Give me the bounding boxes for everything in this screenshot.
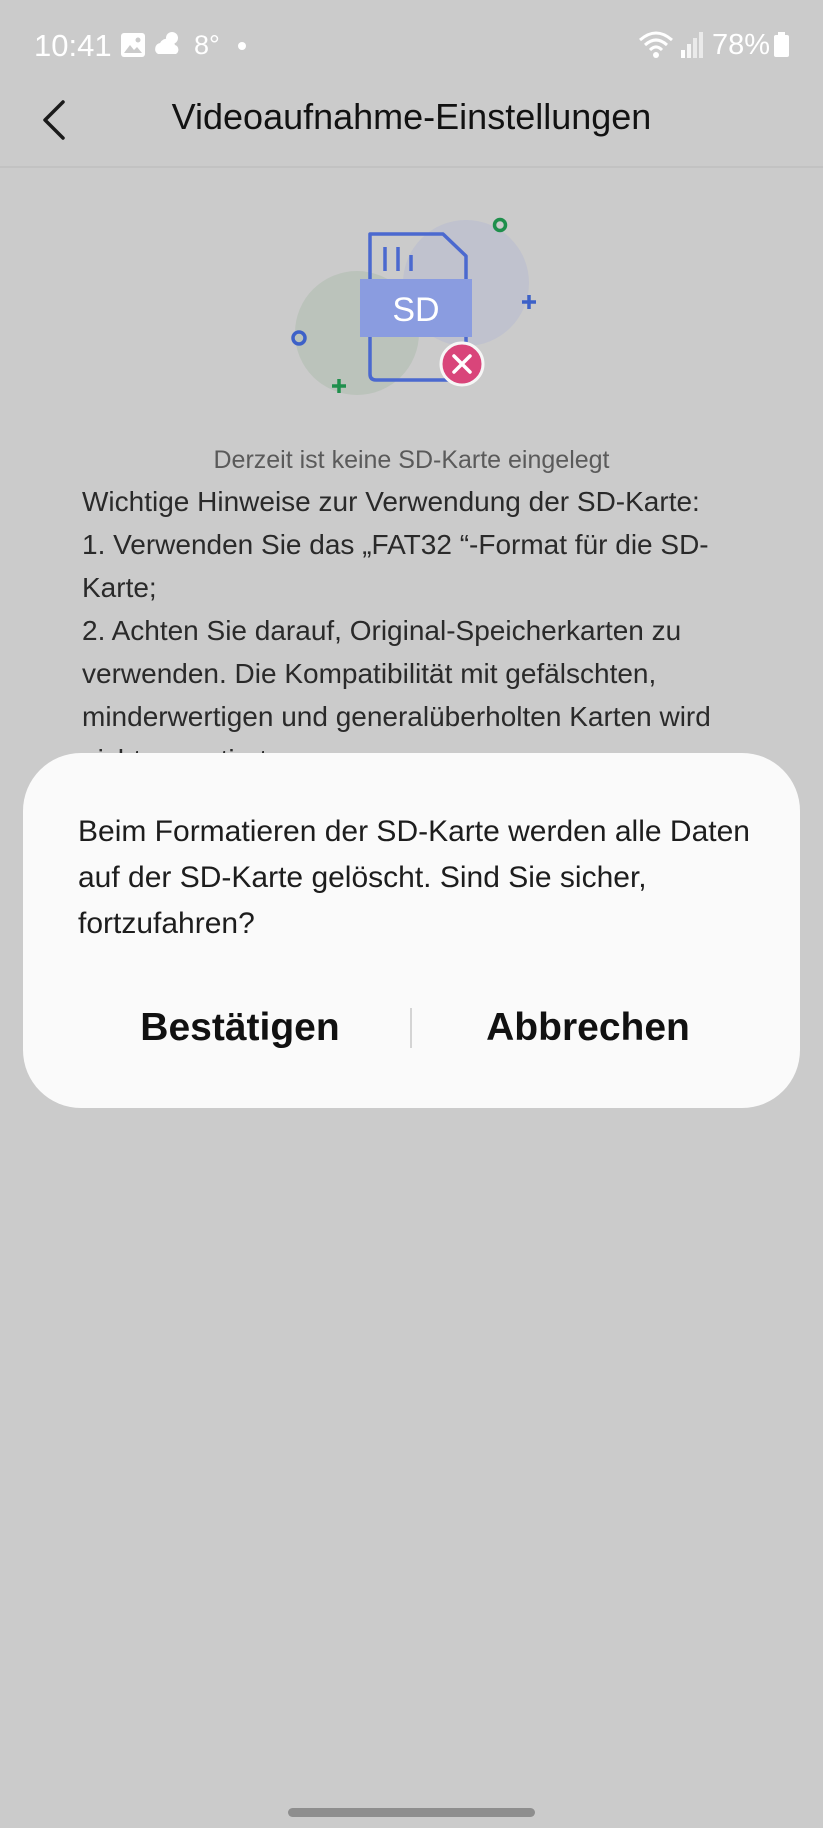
no-sd-card-message: Derzeit ist keine SD-Karte eingelegt <box>213 446 610 474</box>
notes-item: 1. Verwenden Sie das „FAT32 “-Format für… <box>82 529 709 603</box>
notes-heading: Wichtige Hinweise zur Verwendung der SD-… <box>82 486 700 517</box>
status-bar: 10:41 8° 78% <box>0 0 823 94</box>
notes-item: 2. Achten Sie darauf, Original-Speicherk… <box>82 615 711 754</box>
dialog-message: Beim Formatieren der SD-Karte werden all… <box>78 815 750 940</box>
confirm-button[interactable]: Bestätigen <box>75 993 405 1063</box>
notification-dot <box>238 42 246 50</box>
home-indicator[interactable] <box>288 1808 535 1817</box>
sd-label: SD <box>392 291 439 329</box>
gallery-icon <box>121 33 145 57</box>
battery-icon <box>774 32 789 57</box>
weather-cloud-icon <box>155 32 179 54</box>
button-divider <box>410 1008 412 1048</box>
page-title: Videoaufnahme-Einstellungen <box>171 96 652 137</box>
sd-card-error-illustration: SD <box>291 217 536 395</box>
cancel-button[interactable]: Abbrechen <box>423 993 753 1063</box>
wifi-icon <box>639 31 673 58</box>
status-time: 10:41 <box>34 28 112 63</box>
format-confirm-dialog: Beim Formatieren der SD-Karte werden all… <box>23 753 800 1108</box>
dialog-buttons: Bestätigen Abbrechen <box>23 993 800 1063</box>
header-divider <box>0 166 823 168</box>
status-temperature: 8° <box>194 30 220 60</box>
signal-icon <box>681 32 703 58</box>
battery-percentage: 78% <box>712 29 771 61</box>
sd-card-notes: Wichtige Hinweise zur Verwendung der SD-… <box>82 480 762 754</box>
app-header: Videoaufnahme-Einstellungen <box>0 94 823 168</box>
screen: 10:41 8° 78% Videoaufnahme-Einstellungen… <box>0 0 823 1828</box>
